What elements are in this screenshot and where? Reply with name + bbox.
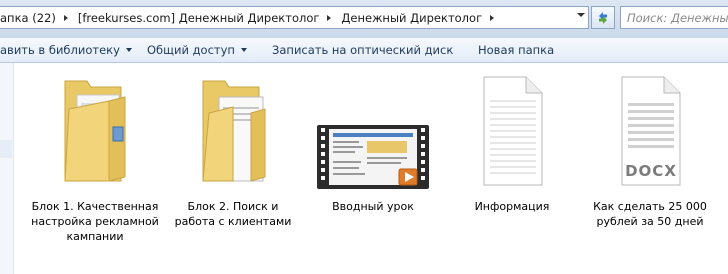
breadcrumb-chevron-icon[interactable] [63, 14, 68, 21]
address-bar-area: апка (22) [freekurses.com] Денежный Дире… [0, 0, 728, 39]
file-item[interactable]: Вводный урок [308, 73, 438, 214]
command-bar: авить в библиотеку Общий доступ Записать… [0, 38, 728, 63]
chevron-down-icon [240, 48, 247, 52]
text-file-icon [470, 73, 554, 191]
chevron-down-icon [125, 48, 132, 52]
file-name: Блок 2. Поиск и работа с клиентами [174, 200, 292, 228]
burn-disc-button[interactable]: Записать на оптический диск [272, 43, 453, 57]
breadcrumb-item[interactable]: Денежный Директолог [337, 11, 484, 25]
refresh-icon [599, 11, 607, 24]
file-item[interactable]: Информация [447, 73, 577, 214]
file-item[interactable]: DOCX Как сделать 25 000 рублей за 50 дне… [585, 73, 715, 229]
folder-icon [191, 73, 275, 191]
add-to-library-label: авить в библиотеку [0, 43, 120, 57]
navigation-pane-item[interactable] [0, 140, 12, 158]
breadcrumb-chevron-icon[interactable] [490, 14, 495, 21]
file-item[interactable]: Блок 1. Качественная настройка рекламной… [30, 73, 160, 244]
new-folder-button[interactable]: Новая папка [478, 43, 554, 57]
folder-icon [53, 73, 137, 191]
file-name: Блок 1. Качественная настройка рекламной… [31, 200, 159, 243]
refresh-button[interactable] [591, 6, 615, 29]
breadcrumb-item[interactable]: апка (22) [0, 11, 58, 25]
docx-file-icon: DOCX [608, 73, 692, 191]
search-input[interactable]: Поиск: Денежный [620, 6, 728, 29]
file-item[interactable]: Блок 2. Поиск и работа с клиентами [168, 73, 298, 229]
file-name: Вводный урок [332, 200, 414, 213]
video-thumbnail-icon [313, 73, 433, 191]
address-dropdown-icon[interactable] [577, 13, 585, 17]
navigation-pane[interactable] [0, 63, 14, 274]
docx-badge: DOCX [625, 162, 677, 180]
file-name: Информация [474, 200, 550, 213]
add-to-library-button[interactable]: авить в библиотеку [0, 43, 132, 57]
breadcrumb-item[interactable]: [freekurses.com] Денежный Директолог [74, 11, 322, 25]
breadcrumb[interactable]: апка (22) [freekurses.com] Денежный Дире… [0, 6, 589, 29]
share-button[interactable]: Общий доступ [147, 43, 247, 57]
breadcrumb-chevron-icon[interactable] [327, 14, 332, 21]
share-label: Общий доступ [147, 43, 235, 57]
file-name: Как сделать 25 000 рублей за 50 дней [593, 200, 707, 228]
